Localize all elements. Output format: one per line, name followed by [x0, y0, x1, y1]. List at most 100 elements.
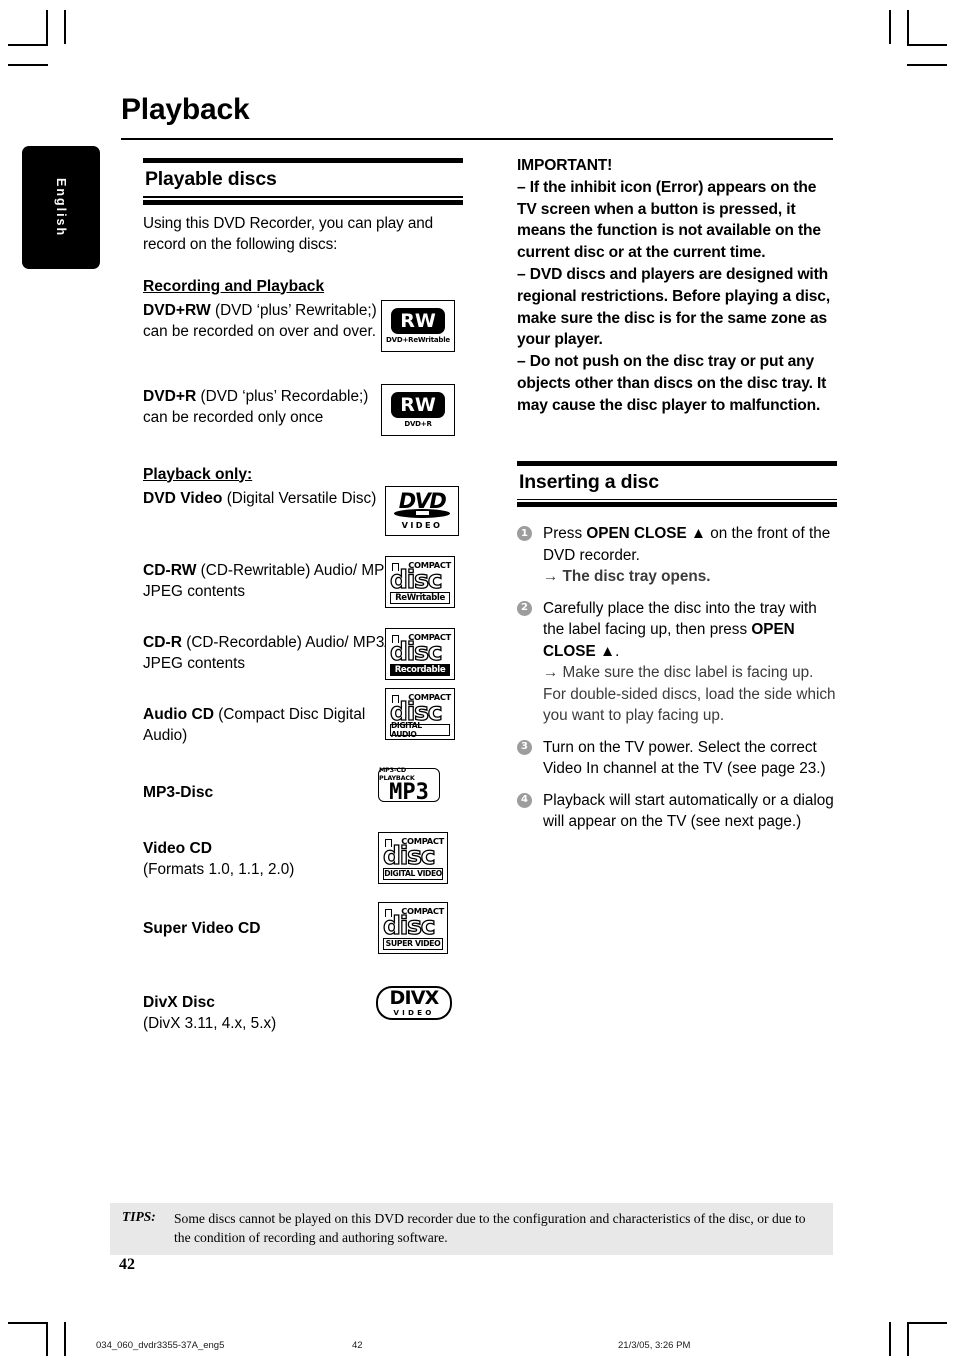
cd-disc-label: disc	[382, 910, 436, 940]
disc-entry-text: DVD+R (DVD ‘plus’ Recordable;) can be re…	[143, 386, 395, 429]
language-tab-label: English	[54, 177, 68, 238]
subheading-recording-and-playback: Recording and Playback	[143, 277, 325, 295]
disc-entry-video-cd: Video CD (Formats 1.0, 1.1, 2.0) COMPACT…	[143, 831, 463, 900]
page-title: Playback	[121, 93, 250, 126]
cd-bar-label: DIGITAL VIDEO	[383, 867, 443, 880]
mp3-cd-playback-logo: MP3-CD PLAYBACK MP3	[378, 766, 440, 805]
crop-mark-top-right-h	[907, 44, 947, 46]
language-tab: English	[22, 146, 100, 269]
disc-entry-text: Video CD (Formats 1.0, 1.1, 2.0)	[143, 838, 395, 881]
section-title: Playable discs	[145, 168, 277, 190]
important-title: IMPORTANT!	[517, 157, 613, 174]
cd-disc-label: disc	[389, 636, 443, 666]
compact-disc-super-video-logo: COMPACT disc SUPER VIDEO	[378, 901, 448, 954]
important-notice: IMPORTANT! – If the inhibit icon (Error)…	[517, 155, 837, 417]
step-number: 1	[517, 526, 532, 542]
step-text-before: Playback will start automatically or a d…	[543, 791, 834, 831]
step-result: → Make sure the disc label is facing up.…	[543, 664, 836, 725]
section-intro: Using this DVD Recorder, you can play an…	[143, 214, 434, 254]
crop-mark-top-left-h2	[8, 64, 48, 66]
left-column: Playable discs Using this DVD Recorder, …	[143, 158, 463, 1052]
mp3-mark: MP3	[389, 780, 429, 805]
dvd-video-logo-oval	[394, 508, 450, 518]
section-rule-bottom	[517, 502, 837, 508]
disc-description: (Formats 1.0, 1.1, 2.0)	[143, 861, 295, 878]
disc-entry-text: CD-RW (CD-Rewritable) Audio/ MP3/ JPEG c…	[143, 560, 418, 603]
disc-entry-text: DVD Video (Digital Versatile Disc)	[143, 488, 395, 510]
disc-name: Super Video CD	[143, 919, 261, 937]
compact-disc-rewritable-logo: COMPACT disc ReWritable	[385, 555, 455, 608]
step-number: 3	[517, 739, 532, 755]
disc-description: (Digital Versatile Disc)	[226, 489, 377, 507]
compact-disc-recordable-logo: COMPACT disc Recordable	[385, 627, 455, 680]
dvd-plus-r-logo: RW DVD+R	[381, 383, 455, 436]
list-item: 3 Turn on the TV power. Select the corre…	[517, 737, 837, 780]
tips-label: TIPS:	[122, 1209, 156, 1224]
section-rule-bottom	[143, 199, 463, 205]
disc-name: CD-RW	[143, 561, 197, 579]
section-title: Inserting a disc	[519, 470, 659, 493]
disc-entry-text: DivX Disc (DivX 3.11, 4.x, 5.x)	[143, 992, 395, 1035]
disc-entry-text: Super Video CD	[143, 918, 395, 940]
disc-name: DivX Disc	[143, 993, 215, 1011]
disc-name: Video CD	[143, 839, 213, 857]
divx-video-logo: DIVX VIDEO	[376, 985, 452, 1020]
disc-entry-mp3-disc: MP3-Disc MP3-CD PLAYBACK MP3	[143, 766, 463, 826]
disc-entry-text: Audio CD (Compact Disc Digital Audio)	[143, 704, 395, 747]
divx-logo-bottom: VIDEO	[393, 1007, 435, 1017]
dvd-video-logo-bottom: VIDEO	[401, 519, 443, 530]
disc-name: DVD+R	[143, 387, 197, 405]
section-header-playable-discs: Playable discs	[143, 158, 463, 205]
disc-entry-cd-rw: CD-RW (CD-Rewritable) Audio/ MP3/ JPEG c…	[143, 555, 463, 622]
disc-name: CD-R	[143, 633, 182, 651]
step-number: 2	[517, 600, 532, 616]
disc-entry-divx-disc: DivX Disc (DivX 3.11, 4.x, 5.x) DIVX VID…	[143, 985, 463, 1052]
document-page: English Playback Playable discs Using th…	[0, 0, 954, 1365]
disc-entry-super-video-cd: Super Video CD COMPACT disc SUPER VIDEO	[143, 901, 463, 974]
important-item: – If the inhibit icon (Error) appears on…	[517, 178, 821, 262]
step-text-bold: OPEN CLOSE ▲	[586, 525, 707, 543]
rw-mark: RW	[391, 307, 445, 334]
disc-entry-cd-r: CD-R (CD-Recordable) Audio/ MP3/ JPEG co…	[143, 627, 463, 694]
step-text-before: Press	[543, 525, 587, 543]
dvd-video-logo-top: DVD	[398, 488, 447, 513]
crop-mark-bottom-right-h	[907, 1322, 947, 1324]
cd-bar-label: SUPER VIDEO	[383, 937, 443, 950]
crop-mark-top-right-h2	[907, 64, 947, 66]
cd-disc-label: disc	[389, 564, 443, 594]
disc-entry-dvd-video: DVD Video (Digital Versatile Disc) DVD V…	[143, 485, 463, 550]
crop-mark-top-left-v2	[64, 10, 66, 44]
printer-footer-page: 42	[352, 1340, 363, 1351]
compact-disc-digital-audio-logo: COMPACT disc DIGITAL AUDIO	[385, 687, 455, 740]
compact-disc-digital-video-logo: COMPACT disc DIGITAL VIDEO	[378, 831, 448, 884]
disc-entry-dvd-plus-rw: DVD+RW (DVD ‘plus’ Rewritable;) can be r…	[143, 299, 463, 378]
rw-caption: DVD+ReWritable	[386, 335, 450, 344]
crop-mark-top-right-v2	[907, 10, 909, 44]
cd-bar-label: DIGITAL AUDIO	[390, 721, 450, 739]
disc-name: Audio CD	[143, 705, 215, 723]
step-text-before: Turn on the TV power. Select the correct…	[543, 738, 826, 778]
crop-mark-top-left-h	[8, 44, 48, 46]
disc-name: DVD Video	[143, 489, 223, 507]
cd-bar-label: Recordable	[390, 663, 450, 676]
crop-mark-top-left-v	[46, 10, 48, 44]
crop-mark-bottom-left-h	[8, 1322, 48, 1324]
disc-entry-text: DVD+RW (DVD ‘plus’ Rewritable;) can be r…	[143, 300, 395, 343]
steps-list: 1 Press OPEN CLOSE ▲ on the front of the…	[517, 523, 837, 833]
step-text-after: .	[615, 642, 620, 660]
disc-entry-dvd-plus-r: DVD+R (DVD ‘plus’ Recordable;) can be re…	[143, 383, 463, 458]
important-item: – DVD discs and players are designed wit…	[517, 265, 831, 349]
crop-mark-top-right-v	[889, 10, 891, 44]
rw-mark: RW	[391, 391, 445, 418]
disc-name: MP3-Disc	[143, 783, 214, 801]
page-title-rule	[121, 138, 833, 140]
printer-footer: 034_060_dvdr3355-37A_eng5 42 21/3/05, 3:…	[0, 1340, 954, 1356]
list-item: 1 Press OPEN CLOSE ▲ on the front of the…	[517, 523, 837, 588]
right-column: IMPORTANT! – If the inhibit icon (Error)…	[517, 155, 837, 843]
disc-description: (DivX 3.11, 4.x, 5.x)	[143, 1015, 277, 1032]
tips-text: Some discs cannot be played on this DVD …	[174, 1211, 806, 1245]
list-item: 4 Playback will start automatically or a…	[517, 790, 837, 833]
subheading-playback-only: Playback only:	[143, 465, 253, 483]
cd-disc-label: disc	[382, 840, 436, 870]
tips-bar: TIPS: Some discs cannot be played on thi…	[110, 1203, 833, 1255]
